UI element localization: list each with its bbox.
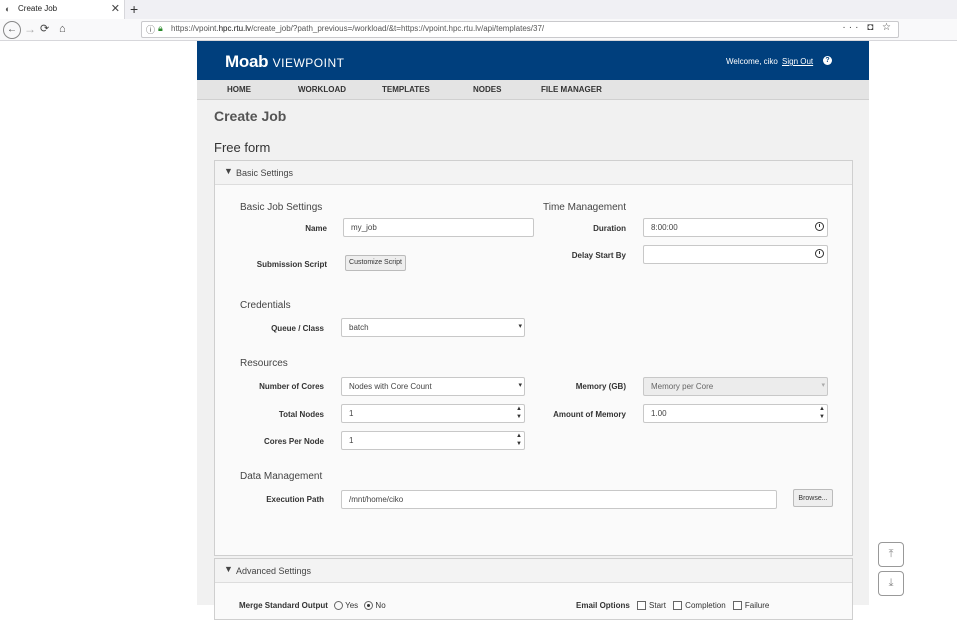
name-label: Name <box>305 224 327 233</box>
data-management-heading: Data Management <box>240 471 323 482</box>
browser-nav-bar: ← → ⟳ ⌂ ⓘ 🔒︎ https://vpoint.hpc.rtu.lv/c… <box>0 19 957 41</box>
email-options-row: Email Options Start Completion Failure <box>576 601 770 611</box>
advanced-settings-title: Advanced Settings <box>236 566 312 576</box>
back-icon[interactable]: ← <box>3 21 21 39</box>
browser-tab-bar: ◐ Create Job ✕ + <box>0 0 957 20</box>
submission-script-label: Submission Script <box>256 260 327 269</box>
email-start-checkbox[interactable] <box>637 601 647 611</box>
stepper-arrows-icon: ▲ ▼ <box>516 433 522 447</box>
tab-title: Create Job <box>18 4 58 13</box>
advanced-settings-panel: ▼ Advanced Settings <box>214 558 853 620</box>
number-of-cores-select[interactable]: Nodes with Core Count ▾ <box>341 377 525 396</box>
moab-favicon-icon: ◐ <box>5 4 11 14</box>
home-icon[interactable]: ⌂ <box>59 21 66 37</box>
memory-gb-label: Memory (GB) <box>575 382 626 391</box>
amount-of-memory-input[interactable]: 1.00 ▲ ▼ <box>643 404 828 423</box>
stepper-arrows-icon: ▲ ▼ <box>516 406 522 420</box>
customize-script-button[interactable]: Customize Script <box>345 255 406 271</box>
email-start-label: Start <box>649 601 666 610</box>
cores-per-node-input[interactable]: 1 ▲ ▼ <box>341 431 525 450</box>
app-header: Moab VIEWPOINT Welcome, ciko Sign Out ? <box>197 41 869 80</box>
form-title: Free form <box>214 140 271 155</box>
stepper-arrows-icon: ▲ ▼ <box>819 406 825 420</box>
sign-out-link[interactable]: Sign Out <box>782 57 813 66</box>
close-tab-icon[interactable]: ✕ <box>111 2 120 15</box>
credentials-heading: Credentials <box>240 300 291 311</box>
merge-yes-radio[interactable] <box>334 601 344 611</box>
lock-icon: 🔒︎ <box>158 23 163 33</box>
url-bar[interactable]: ⓘ 🔒︎ https://vpoint.hpc.rtu.lv/create_jo… <box>141 21 899 38</box>
url-text: https://vpoint.hpc.rtu.lv/create_job/?pa… <box>171 24 545 33</box>
advanced-settings-header[interactable]: ▼ Advanced Settings <box>215 559 852 583</box>
nav-home[interactable]: HOME <box>227 85 251 94</box>
info-icon[interactable]: ⓘ <box>146 23 155 36</box>
forward-icon[interactable]: → <box>24 21 36 37</box>
chevron-down-icon: ▼ <box>224 564 233 574</box>
email-completion-label: Completion <box>685 601 726 610</box>
merge-output-row: Merge Standard Output Yes No <box>239 601 386 611</box>
merge-output-label: Merge Standard Output <box>239 601 328 610</box>
help-icon[interactable]: ? <box>823 56 832 65</box>
nav-nodes[interactable]: NODES <box>473 85 501 94</box>
menu-dots-icon[interactable]: ··· <box>842 22 861 33</box>
merge-yes-label: Yes <box>345 601 359 610</box>
email-options-label: Email Options <box>576 601 630 610</box>
duration-label: Duration <box>593 224 626 233</box>
main-menu: HOME WORKLOAD TEMPLATES NODES FILE MANAG… <box>197 80 869 100</box>
amount-of-memory-label: Amount of Memory <box>553 410 626 419</box>
clock-icon <box>815 222 824 231</box>
basic-settings-panel: ▼ Basic Settings Basic Job Settings Name… <box>214 160 853 556</box>
browser-tab[interactable]: ◐ Create Job ✕ <box>0 0 125 19</box>
basic-job-settings-heading: Basic Job Settings <box>240 202 323 213</box>
reload-icon[interactable]: ⟳ <box>40 21 49 37</box>
scroll-to-bottom-icon[interactable]: ⤓ <box>878 571 904 596</box>
email-failure-checkbox[interactable] <box>732 601 742 611</box>
queue-class-select[interactable]: batch ▾ <box>341 318 525 337</box>
chevron-down-icon: ▼ <box>224 166 233 176</box>
page-actions[interactable]: ··· ◘ ☆ <box>842 22 894 33</box>
name-input[interactable]: my_job <box>343 218 534 237</box>
clock-icon <box>815 249 824 258</box>
chevron-down-icon: ▾ <box>518 382 522 389</box>
number-of-cores-label: Number of Cores <box>259 382 324 391</box>
nav-templates[interactable]: TEMPLATES <box>382 85 430 94</box>
moab-logo[interactable]: Moab VIEWPOINT <box>225 52 344 72</box>
nav-file-manager[interactable]: FILE MANAGER <box>541 85 602 94</box>
basic-settings-header[interactable]: ▼ Basic Settings <box>215 161 852 185</box>
delay-start-input[interactable] <box>643 245 828 264</box>
resources-heading: Resources <box>240 358 288 369</box>
pocket-icon[interactable]: ◘ <box>867 22 876 33</box>
chevron-down-icon: ▾ <box>821 382 825 389</box>
duration-input[interactable]: 8:00:00 <box>643 218 828 237</box>
time-management-heading: Time Management <box>543 202 626 213</box>
new-tab-icon[interactable]: + <box>130 0 138 18</box>
welcome-text: Welcome, ciko <box>726 57 778 66</box>
chevron-down-icon: ▾ <box>518 323 522 330</box>
page: Moab VIEWPOINT Welcome, ciko Sign Out ? … <box>197 41 869 620</box>
execution-path-label: Execution Path <box>266 495 324 504</box>
delay-start-label: Delay Start By <box>571 251 626 260</box>
email-completion-checkbox[interactable] <box>673 601 683 611</box>
scroll-to-top-icon[interactable]: ⤒ <box>878 542 904 567</box>
execution-path-input[interactable]: /mnt/home/ciko <box>341 490 777 509</box>
merge-no-label: No <box>375 601 386 610</box>
nav-workload[interactable]: WORKLOAD <box>298 85 346 94</box>
memory-gb-select[interactable]: Memory per Core ▾ <box>643 377 828 396</box>
browse-button[interactable]: Browse... <box>793 489 833 507</box>
bookmark-star-icon[interactable]: ☆ <box>882 22 894 33</box>
total-nodes-input[interactable]: 1 ▲ ▼ <box>341 404 525 423</box>
merge-no-radio[interactable] <box>364 601 374 611</box>
page-title: Create Job <box>214 108 287 124</box>
cores-per-node-label: Cores Per Node <box>263 437 324 446</box>
queue-class-label: Queue / Class <box>271 324 324 333</box>
total-nodes-label: Total Nodes <box>278 410 324 419</box>
basic-settings-title: Basic Settings <box>236 168 294 178</box>
email-failure-label: Failure <box>744 601 770 610</box>
